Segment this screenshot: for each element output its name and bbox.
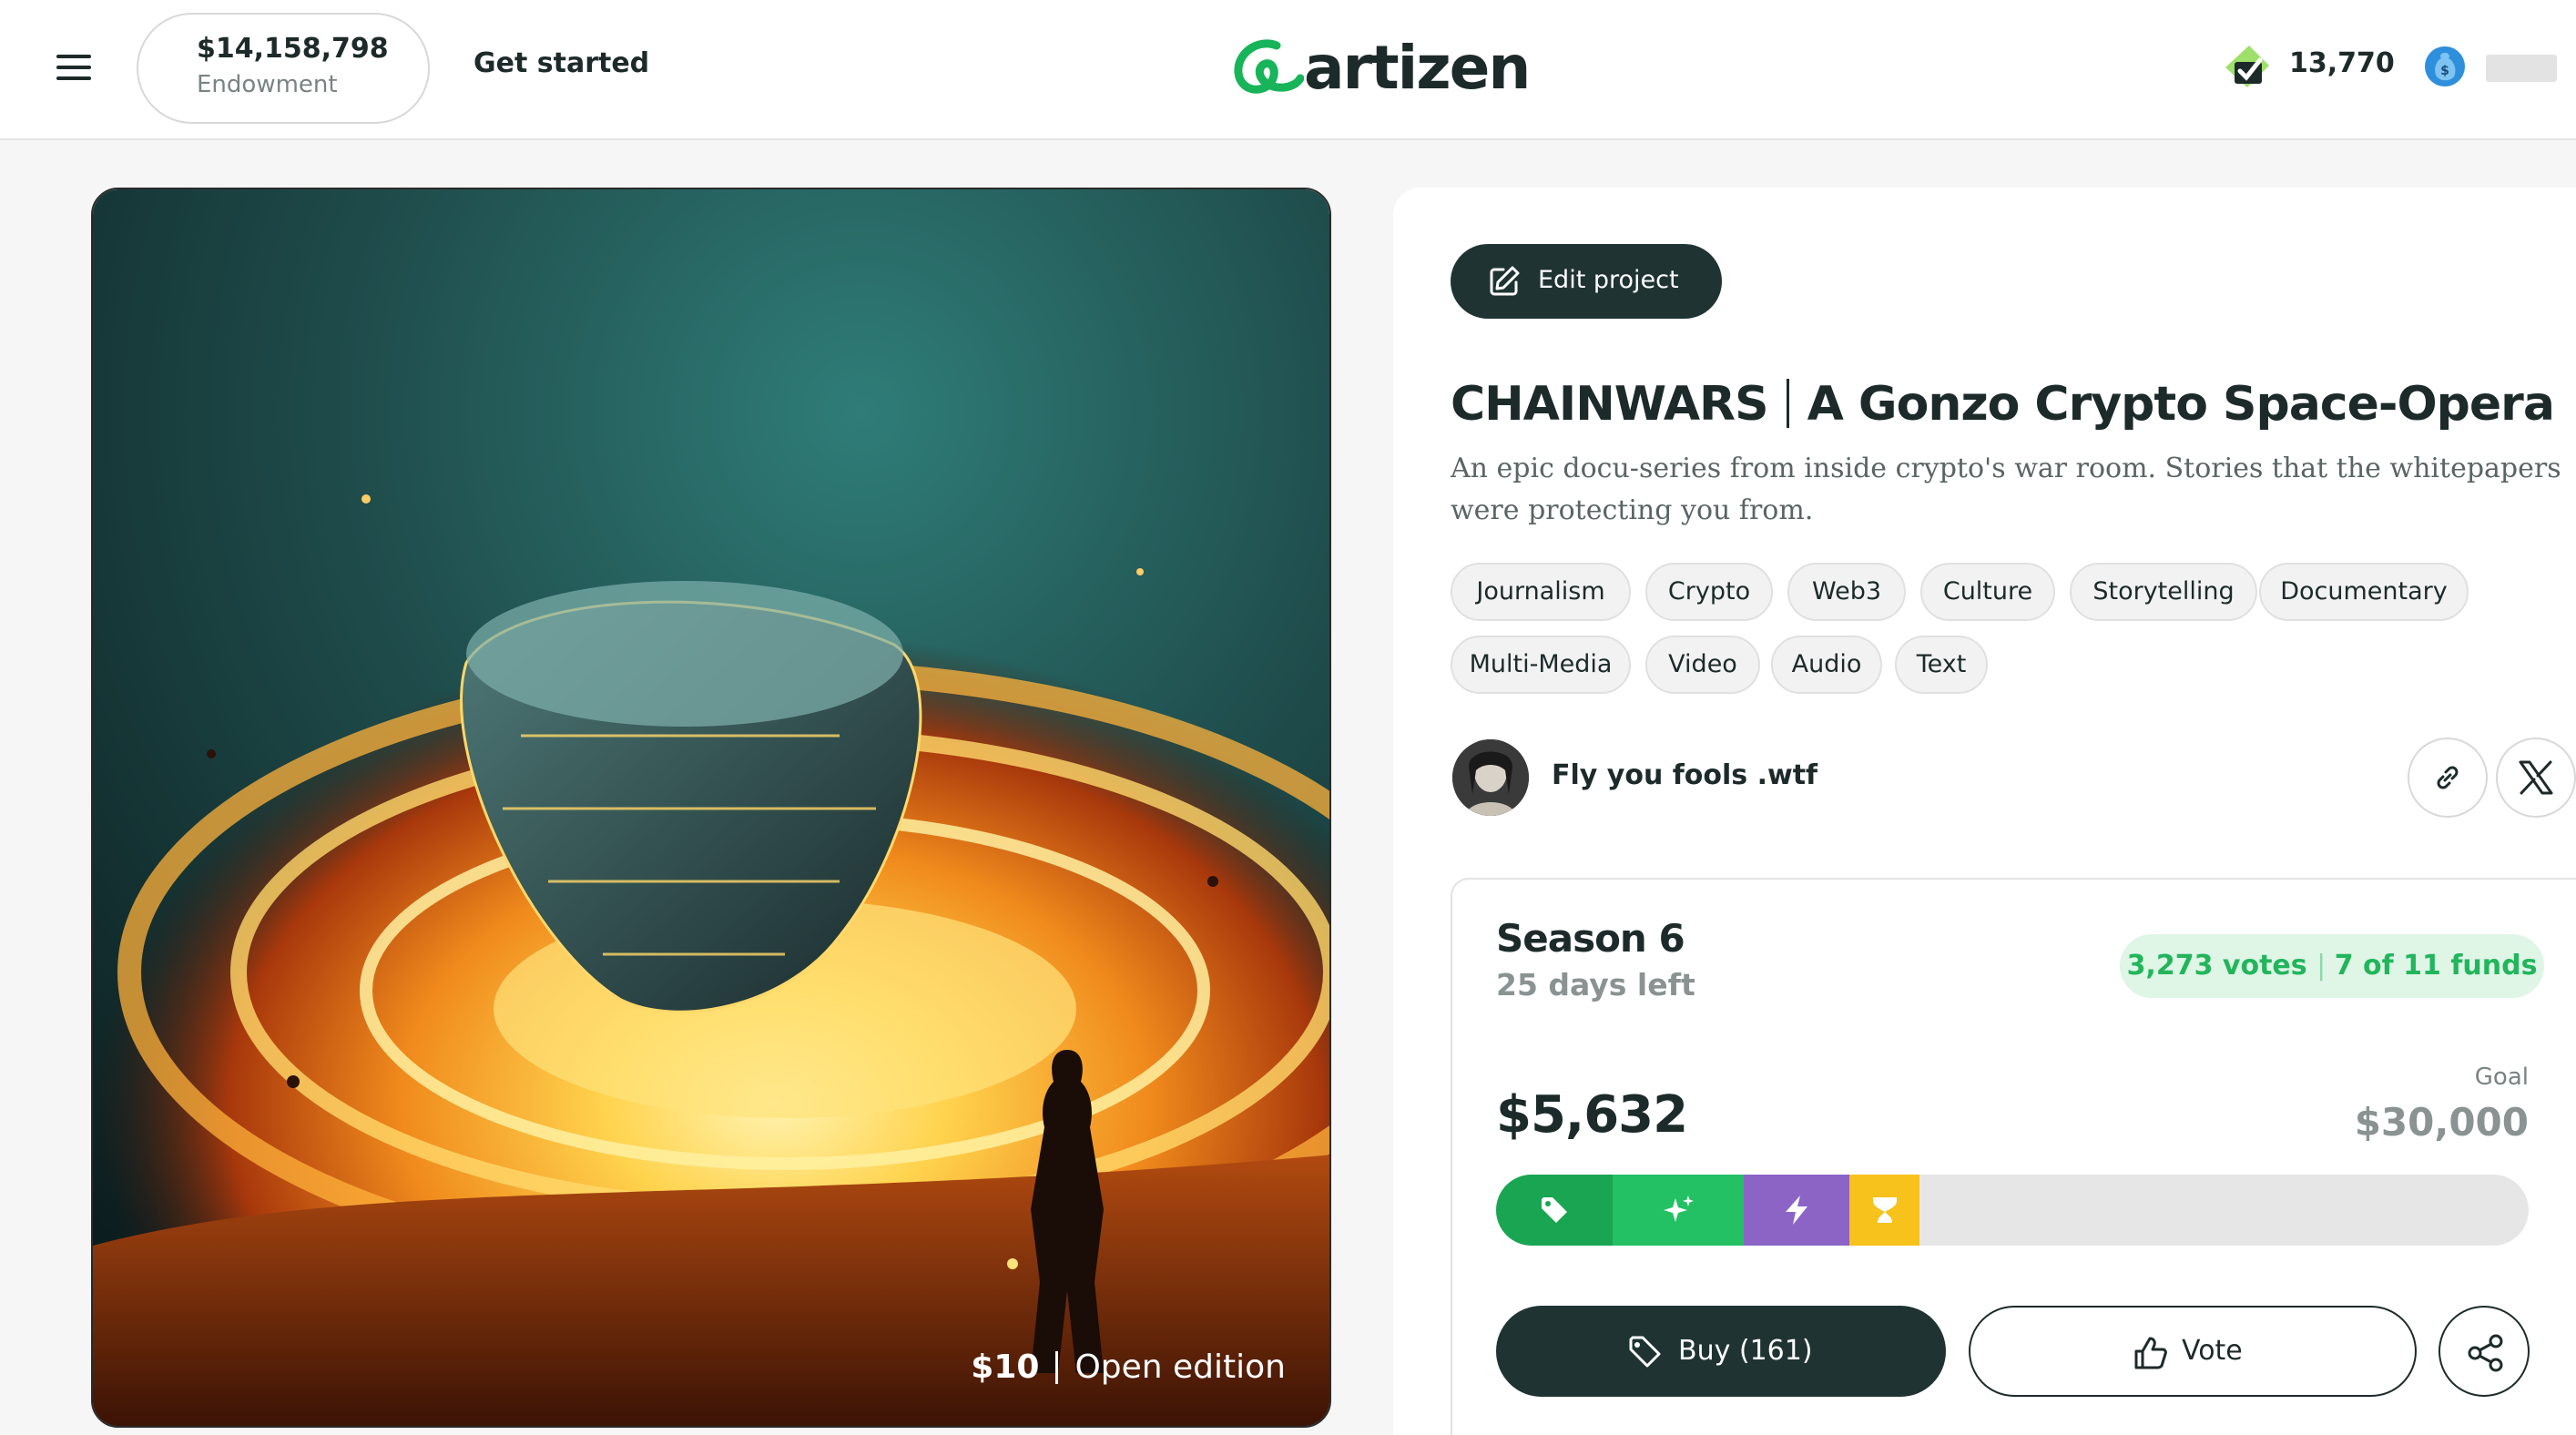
buy-button[interactable]: Buy (161) — [1496, 1306, 1946, 1397]
edit-project-button[interactable]: Edit project — [1451, 244, 1722, 319]
project-title-sub: A Gonzo Crypto Space-Opera — [1807, 377, 2555, 432]
buy-button-label: Buy (161) — [1678, 1335, 1813, 1367]
tag-storytelling[interactable]: Storytelling — [2070, 563, 2257, 621]
x-logo-icon — [2519, 760, 2553, 795]
svg-text:$: $ — [2440, 64, 2449, 78]
goal-label: Goal — [2474, 1064, 2529, 1091]
logo-wordmark: artizen — [1304, 33, 1531, 103]
user-menu-placeholder[interactable] — [2486, 55, 2557, 82]
tag-text[interactable]: Text — [1895, 636, 1988, 694]
funding-progress-bar — [1496, 1175, 2529, 1246]
sparkles-icon — [1663, 1196, 1694, 1222]
goal-value: $30,000 — [2354, 1100, 2529, 1145]
project-artwork[interactable]: $10 Open edition — [91, 188, 1331, 1428]
progress-segment-trophy — [1849, 1175, 1919, 1246]
x-share-button[interactable] — [2496, 738, 2576, 818]
endowment-amount: $14,158,798 — [197, 33, 389, 65]
progress-segment-lightning — [1743, 1175, 1850, 1246]
tag-icon — [1541, 1197, 1567, 1223]
link-icon — [2437, 766, 2459, 789]
edit-project-label: Edit project — [1538, 266, 1679, 294]
trophy-icon — [1872, 1197, 1897, 1223]
progress-segment-sparkles — [1612, 1175, 1744, 1246]
share-button[interactable] — [2439, 1306, 2530, 1397]
tag-icon — [1629, 1336, 1661, 1368]
tag-web3[interactable]: Web3 — [1787, 563, 1906, 621]
tag-documentary[interactable]: Documentary — [2259, 563, 2469, 621]
endowment-label: Endowment — [197, 71, 338, 98]
edition-info: $10 Open edition — [971, 1348, 1286, 1386]
project-title-main: CHAINWARS — [1451, 377, 1769, 432]
get-started-link[interactable]: Get started — [473, 47, 649, 79]
edit-pencil-icon — [1490, 266, 1520, 296]
title-separator — [1786, 379, 1789, 428]
tag-video[interactable]: Video — [1645, 636, 1760, 694]
endowment-pill[interactable]: $14,158,798 Endowment — [137, 13, 430, 124]
share-icon — [2468, 1334, 2503, 1372]
vote-button-label: Vote — [2182, 1335, 2243, 1367]
votes-count: 3,273 votes — [2126, 950, 2307, 982]
project-title: CHAINWARS A Gonzo Crypto Space-Opera — [1451, 377, 2555, 432]
lightning-icon — [1786, 1196, 1808, 1225]
edition-price: $10 — [971, 1348, 1040, 1386]
artizen-logo-mark-icon — [1234, 39, 1304, 94]
artwork-image — [93, 189, 1329, 1426]
tag-multi-media[interactable]: Multi-Media — [1451, 636, 1631, 694]
votes-separator: | — [2316, 950, 2335, 982]
ticket-check-icon — [2225, 46, 2269, 87]
creator-name[interactable]: Fly you fools .wtf — [1552, 759, 1817, 791]
top-header: $14,158,798 Endowment Get started artize… — [0, 0, 2576, 140]
votes-funds-badge: 3,273 votes | 7 of 11 funds — [2120, 934, 2544, 998]
days-left: 25 days left — [1496, 967, 1695, 1002]
money-bag-icon[interactable]: $ — [2424, 46, 2466, 87]
funds-count: 7 of 11 funds — [2334, 950, 2538, 982]
copy-link-button[interactable] — [2408, 738, 2488, 818]
hamburger-menu-icon[interactable] — [56, 55, 91, 80]
vote-button[interactable]: Vote — [1969, 1306, 2417, 1397]
tag-audio[interactable]: Audio — [1771, 636, 1882, 694]
thumbs-up-icon — [2134, 1337, 2167, 1369]
tag-crypto[interactable]: Crypto — [1645, 563, 1773, 621]
creator-avatar[interactable] — [1452, 739, 1529, 816]
creator-avatar-image — [1452, 739, 1529, 816]
raised-amount: $5,632 — [1496, 1085, 1688, 1145]
tag-journalism[interactable]: Journalism — [1451, 563, 1631, 621]
edition-type: Open edition — [1074, 1348, 1286, 1386]
tag-culture[interactable]: Culture — [1920, 563, 2055, 621]
edition-separator — [1055, 1350, 1059, 1384]
season-name: Season 6 — [1496, 916, 1685, 961]
progress-segment-tag — [1496, 1175, 1613, 1246]
project-description: An epic docu-series from inside crypto's… — [1451, 453, 2561, 526]
points-value: 13,770 — [2289, 47, 2395, 79]
